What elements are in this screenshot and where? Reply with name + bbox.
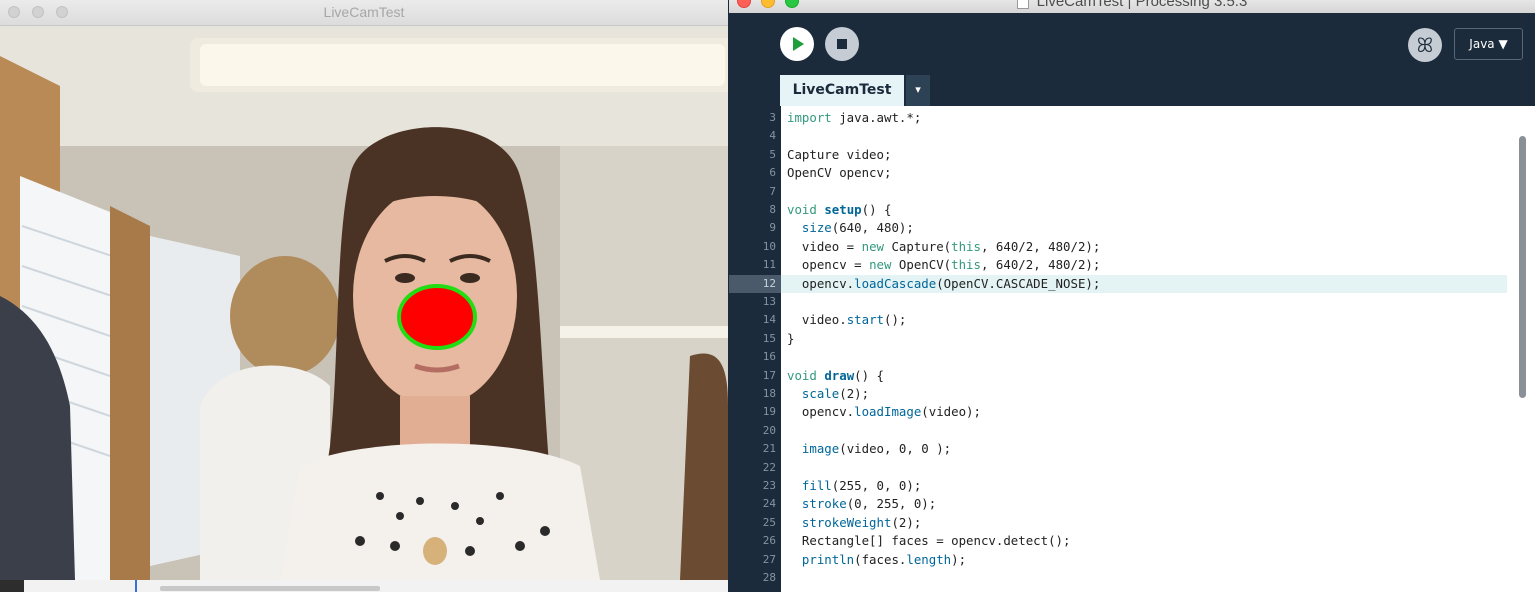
- code-line[interactable]: fill(255, 0, 0);: [787, 477, 921, 495]
- ide-window-title: LiveCamTest | Processing 3.5.3: [729, 0, 1535, 10]
- document-icon: [1016, 0, 1029, 10]
- line-number: 28: [762, 571, 776, 584]
- line-number: 16: [762, 350, 776, 364]
- sketch-window-title: LiveCamTest: [323, 4, 405, 20]
- line-number: 7: [769, 184, 776, 198]
- code-line[interactable]: opencv.loadCascade(OpenCV.CASCADE_NOSE);: [787, 275, 1100, 293]
- code-line[interactable]: image(video, 0, 0 );: [787, 440, 951, 458]
- sketch-titlebar: LiveCamTest: [0, 0, 728, 26]
- line-number: 10: [762, 239, 776, 253]
- line-number: 9: [769, 221, 776, 235]
- code-line[interactable]: stroke(0, 255, 0);: [787, 495, 936, 513]
- code-line[interactable]: void draw() {: [787, 367, 884, 385]
- line-number: 26: [762, 534, 776, 548]
- line-number: 11: [762, 258, 776, 272]
- line-number: 3: [769, 111, 776, 124]
- line-number: 23: [762, 479, 776, 492]
- tab-livecamtest[interactable]: LiveCamTest: [780, 75, 904, 106]
- mode-selector[interactable]: Java ▼: [1454, 28, 1523, 60]
- stop-icon: [837, 39, 847, 49]
- debug-button[interactable]: ꕤ: [1408, 28, 1442, 62]
- line-number: 15: [762, 331, 776, 345]
- code-line[interactable]: video.start();: [787, 311, 906, 329]
- code-editor[interactable]: import java.awt.*; Capture video; OpenCV o…: [781, 106, 1535, 592]
- line-number: 20: [762, 423, 776, 437]
- code-line[interactable]: Rectangle[] faces = opencv.detect();: [787, 532, 1071, 550]
- code-line[interactable]: }: [787, 330, 794, 348]
- sketch-footer: [0, 580, 728, 592]
- text-cursor: [135, 580, 137, 592]
- line-number: 12: [762, 276, 776, 290]
- debug-butterfly-icon: ꕤ: [1416, 33, 1434, 57]
- code-line[interactable]: OpenCV opencv;: [787, 164, 891, 182]
- sketch-window: LiveCamTest: [0, 0, 728, 592]
- editor-scrollbar[interactable]: [1507, 106, 1535, 592]
- run-button[interactable]: [780, 27, 814, 61]
- ide-titlebar: LiveCamTest | Processing 3.5.3: [729, 0, 1535, 13]
- line-number: 25: [762, 515, 776, 529]
- processing-ide-window: LiveCamTest | Processing 3.5.3 ꕤ Java ▼ …: [729, 0, 1535, 592]
- play-icon: [793, 37, 804, 51]
- line-number: 17: [762, 368, 776, 382]
- code-line[interactable]: println(faces.length);: [787, 551, 966, 569]
- code-line[interactable]: opencv = new OpenCV(this, 640/2, 480/2);: [787, 256, 1100, 274]
- line-number: 19: [762, 405, 776, 419]
- line-number: 14: [762, 313, 776, 327]
- line-number: 22: [762, 460, 776, 474]
- stop-button[interactable]: [825, 27, 859, 61]
- ide-toolbar: ꕤ Java ▼: [729, 13, 1535, 75]
- webcam-feed: [0, 26, 728, 580]
- tab-menu-button[interactable]: ▾: [906, 75, 930, 106]
- code-line[interactable]: void setup() {: [787, 201, 891, 219]
- code-line[interactable]: opencv.loadImage(video);: [787, 403, 981, 421]
- line-number: 8: [769, 203, 776, 216]
- line-number: 27: [762, 552, 776, 566]
- line-number: 18: [762, 387, 776, 400]
- code-line[interactable]: size(640, 480);: [787, 219, 914, 237]
- line-number-gutter: 3 4 5 6 7 8 9 10 11 12 13 14 15 16 17 18 19 20 21 22 23 24 25 2…: [729, 106, 781, 592]
- code-line[interactable]: video = new Capture(this, 640/2, 480/2);: [787, 238, 1100, 256]
- code-line[interactable]: import java.awt.*;: [787, 109, 921, 127]
- line-number: 4: [769, 129, 776, 143]
- code-line[interactable]: Capture video;: [787, 146, 891, 164]
- code-line[interactable]: strokeWeight(2);: [787, 514, 921, 532]
- scrollbar-thumb[interactable]: [1519, 136, 1526, 398]
- line-number: 6: [769, 166, 776, 180]
- line-number: 21: [762, 442, 776, 456]
- line-number: 13: [762, 295, 776, 308]
- webcam-image: [0, 26, 728, 580]
- nose-detection-marker: [397, 284, 477, 350]
- line-number: 5: [769, 147, 776, 161]
- code-line[interactable]: scale(2);: [787, 385, 869, 403]
- line-number: 24: [762, 497, 776, 511]
